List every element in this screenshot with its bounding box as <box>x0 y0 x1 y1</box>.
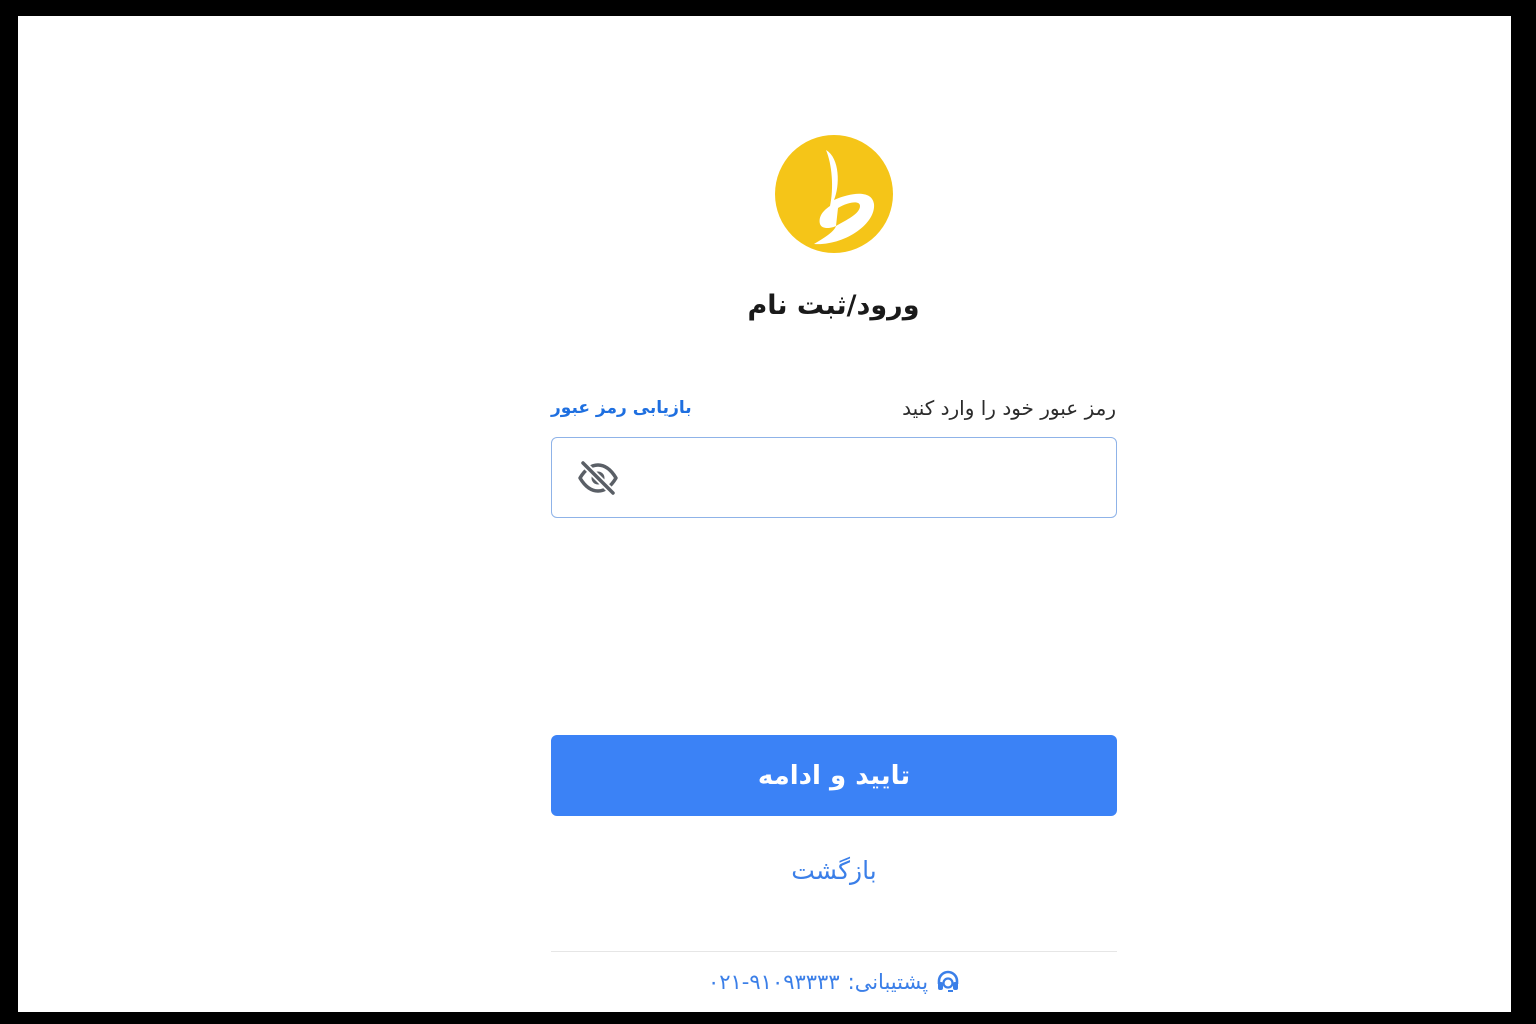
confirm-continue-button[interactable]: تایید و ادامه <box>551 735 1117 816</box>
back-link[interactable]: بازگشت <box>551 856 1117 885</box>
support-info: پشتیبانی: ۰۲۱-۹۱۰۹۳۳۳۳ <box>551 970 1117 994</box>
brand-logo <box>775 135 893 253</box>
divider <box>551 951 1117 952</box>
support-label: پشتیبانی: <box>847 970 929 994</box>
password-input[interactable] <box>632 440 1108 515</box>
recover-password-link[interactable]: بازیابی رمز عبور <box>551 398 692 418</box>
eye-slash-icon[interactable] <box>576 458 620 498</box>
login-page: ورود/ثبت نام رمز عبور خود را وارد کنید ب… <box>18 16 1511 1012</box>
support-phone[interactable]: ۰۲۱-۹۱۰۹۳۳۳۳ <box>708 970 840 994</box>
headset-icon <box>936 970 960 994</box>
password-label: رمز عبور خود را وارد کنید <box>902 396 1116 420</box>
password-field[interactable] <box>551 437 1117 518</box>
page-title: ورود/ثبت نام <box>747 290 920 321</box>
